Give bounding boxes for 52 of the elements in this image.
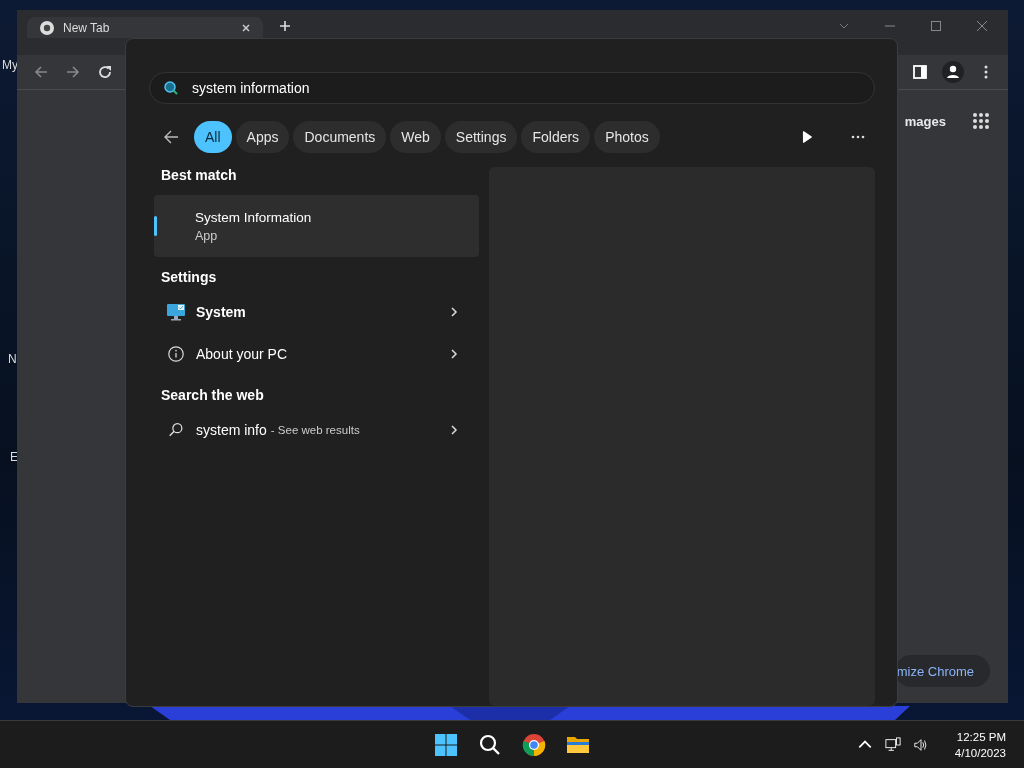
- images-link[interactable]: mages: [904, 113, 946, 129]
- browser-logo-icon[interactable]: [522, 732, 546, 757]
- result-title: System Information: [195, 209, 312, 225]
- reload-icon[interactable]: [97, 64, 113, 80]
- desktop-icon-label: N: [8, 352, 17, 366]
- apps-grid-icon[interactable]: [972, 112, 990, 130]
- side-panel-icon[interactable]: [912, 64, 928, 80]
- browser-logo-icon: [39, 19, 55, 36]
- forward-icon[interactable]: [65, 64, 81, 80]
- tab-title: New Tab: [63, 20, 111, 35]
- info-icon: [166, 345, 186, 363]
- filter-tab[interactable]: Folders: [521, 121, 591, 153]
- filter-tab[interactable]: Apps: [235, 121, 290, 153]
- section-heading: Settings: [160, 269, 218, 287]
- settings-result[interactable]: About your PC: [154, 333, 479, 375]
- web-hint: - See web results: [270, 424, 360, 436]
- desktop-icon-label: E: [10, 450, 18, 464]
- filter-tab[interactable]: All: [194, 121, 232, 153]
- filter-tab[interactable]: Web: [390, 121, 441, 153]
- maximize-icon[interactable]: [930, 20, 942, 32]
- new-tab-icon[interactable]: [279, 20, 291, 32]
- desktop-icon-label: My: [2, 58, 18, 72]
- search-icon: [163, 80, 179, 96]
- web-result[interactable]: system info - See web results: [154, 409, 479, 451]
- chevron-right-icon: [449, 348, 459, 360]
- chevron-right-icon: [449, 424, 459, 436]
- search-field[interactable]: system information: [149, 72, 875, 104]
- section-heading: Best match: [160, 167, 238, 185]
- network-icon[interactable]: [884, 736, 901, 753]
- chevron-right-icon: [449, 306, 459, 318]
- search-icon[interactable]: [478, 732, 502, 757]
- best-match-result[interactable]: System Information App: [154, 195, 479, 257]
- clock-time[interactable]: 12:25 PM: [956, 728, 1006, 745]
- play-icon[interactable]: [801, 130, 813, 144]
- profile-icon[interactable]: [942, 61, 964, 83]
- settings-result[interactable]: System: [154, 291, 479, 333]
- section-heading: Search the web: [160, 387, 265, 405]
- close-icon[interactable]: [976, 20, 988, 32]
- result-label: About your PC: [196, 346, 288, 362]
- filter-tab[interactable]: Documents: [293, 121, 387, 153]
- volume-icon[interactable]: [912, 736, 929, 753]
- clock-date[interactable]: 4/10/2023: [954, 744, 1006, 761]
- result-type: App: [195, 228, 219, 243]
- start-icon[interactable]: [434, 732, 458, 757]
- back-icon[interactable]: [162, 128, 180, 146]
- filter-tab[interactable]: Photos: [594, 121, 660, 153]
- close-tab-icon[interactable]: [241, 22, 251, 33]
- web-query: system info: [196, 422, 267, 438]
- result-label: System: [196, 304, 246, 320]
- browser-tab[interactable]: New Tab: [27, 17, 263, 38]
- monitor-icon: [166, 303, 186, 321]
- filter-tab[interactable]: Settings: [444, 121, 518, 153]
